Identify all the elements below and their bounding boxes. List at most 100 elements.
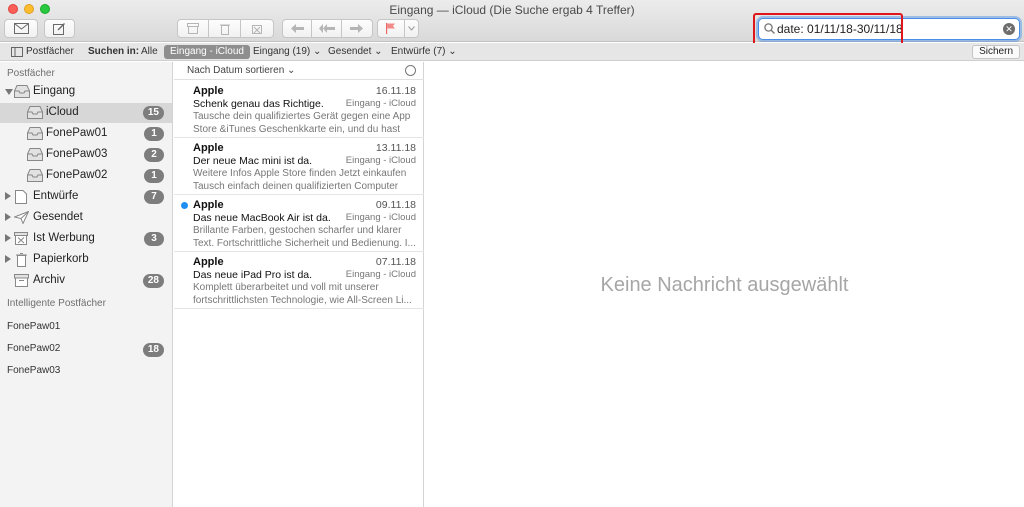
message-sender: Apple — [193, 85, 224, 97]
sort-bar: Nach Datum sortieren ⌄ — [174, 62, 424, 80]
message-preview: Weitere Infos Apple Store finden Jetzt e… — [193, 168, 407, 192]
inbox-icon — [27, 169, 43, 182]
junk-icon — [251, 25, 262, 34]
message-row[interactable]: Apple 07.11.18 Das neue iPad Pro ist da.… — [174, 252, 424, 309]
reply-all-button[interactable] — [312, 20, 342, 37]
sidebar-item-papierkorb[interactable]: Papierkorb — [0, 250, 172, 270]
sidebar-item-label: FonePaw02 — [46, 169, 108, 181]
sidebar-item-label: FonePaw02 — [7, 343, 61, 354]
sidebar: Postfächer Eingang iCloud 15 FonePaw01 1… — [0, 62, 173, 507]
flag-icon — [386, 23, 396, 34]
sidebar-item-ist-werbung[interactable]: Ist Werbung 3 — [0, 229, 172, 249]
disclosure-closed-icon[interactable] — [5, 213, 11, 221]
disclosure-closed-icon[interactable] — [5, 234, 11, 242]
sidebar-item-fonepaw01[interactable]: FonePaw01 1 — [0, 124, 172, 144]
message-date: 16.11.18 — [375, 85, 416, 97]
sidebar-item-icloud[interactable]: iCloud 15 — [0, 103, 172, 123]
sidebar-item-label: Archiv — [33, 274, 65, 286]
sidebar-item-label: FonePaw01 — [46, 127, 108, 139]
clear-search-icon[interactable]: ✕ — [1003, 23, 1015, 35]
forward-button[interactable] — [342, 20, 372, 37]
filter-icon[interactable] — [405, 65, 416, 76]
message-date: 13.11.18 — [375, 142, 416, 154]
unread-dot-icon — [181, 202, 188, 209]
sidebar-item-label: FonePaw03 — [46, 148, 108, 160]
junk-icon — [14, 232, 28, 245]
scope-entwuerfe[interactable]: Entwürfe (7) ⌄ — [391, 46, 457, 57]
message-mailbox: Eingang - iCloud — [345, 155, 416, 166]
delete-button[interactable] — [209, 20, 241, 37]
sidebar-item-fonepaw03[interactable]: FonePaw03 2 — [0, 145, 172, 165]
disclosure-closed-icon[interactable] — [5, 255, 11, 263]
message-preview: Komplett überarbeitet und voll mit unser… — [193, 282, 412, 306]
flag-button[interactable] — [378, 20, 405, 37]
sidebar-item-label: Ist Werbung — [33, 232, 95, 244]
flag-menu-button[interactable] — [405, 20, 418, 37]
sidebar-item-eingang[interactable]: Eingang — [0, 82, 172, 102]
sidebar-item-smart-fonepaw03[interactable]: FonePaw03 — [0, 362, 172, 382]
sidebar-item-label: Eingang — [33, 85, 76, 97]
message-preview: Tausche dein qualifiziertes Gerät gegen … — [193, 111, 411, 135]
get-mail-button[interactable] — [4, 19, 38, 38]
toolbar: Eingang — iCloud (Die Suche ergab 4 Tref… — [0, 0, 1024, 50]
sidebar-item-entwuerfe[interactable]: Entwürfe 7 — [0, 187, 172, 207]
reply-button[interactable] — [283, 20, 313, 37]
paper-plane-icon — [14, 211, 29, 224]
sidebar-item-smart-fonepaw02[interactable]: FonePaw02 18 — [0, 340, 172, 360]
message-row[interactable]: Apple 13.11.18 Der neue Mac mini ist da.… — [174, 138, 424, 195]
message-subject: Schenk genau das Richtige. — [193, 98, 324, 110]
message-subject: Das neue MacBook Air ist da. — [193, 212, 331, 224]
sidebar-item-label: Entwürfe — [33, 190, 79, 202]
unread-count-badge: 1 — [144, 169, 164, 183]
save-search-button[interactable]: Sichern — [972, 45, 1020, 59]
sidebar-section-mailboxes: Postfächer — [7, 68, 55, 79]
scope-gesendet-label: Gesendet — [328, 46, 372, 57]
scope-eingang[interactable]: Eingang (19) ⌄ — [253, 46, 321, 57]
message-row[interactable]: Apple 16.11.18 Schenk genau das Richtige… — [174, 81, 424, 138]
message-viewer: Keine Nachricht ausgewählt — [425, 62, 1024, 507]
mailboxes-toggle[interactable]: Postfächer — [26, 46, 74, 57]
search-in-label: Suchen in: — [88, 46, 140, 57]
compose-icon — [53, 22, 65, 35]
archive-icon — [187, 23, 200, 34]
forward-icon — [350, 24, 364, 33]
message-list: Nach Datum sortieren ⌄ Apple 16.11.18 Sc… — [174, 62, 424, 507]
compose-button[interactable] — [44, 19, 75, 38]
flag-group — [377, 19, 419, 38]
message-mailbox: Eingang - iCloud — [345, 98, 416, 109]
disclosure-open-icon[interactable] — [5, 89, 13, 95]
sidebar-item-archiv[interactable]: Archiv 28 — [0, 271, 172, 291]
inbox-icon — [27, 106, 43, 119]
reply-all-icon — [318, 24, 335, 33]
sidebar-toggle-icon[interactable] — [11, 47, 23, 57]
junk-button[interactable] — [241, 20, 273, 37]
scope-eingang-icloud[interactable]: Eingang - iCloud — [164, 45, 250, 59]
count-badge: 3 — [144, 232, 164, 246]
message-date: 09.11.18 — [375, 199, 416, 211]
document-icon — [15, 190, 27, 204]
sidebar-item-fonepaw02[interactable]: FonePaw02 1 — [0, 166, 172, 186]
scope-all[interactable]: Alle — [141, 46, 158, 57]
unread-count-badge: 15 — [142, 106, 164, 120]
archive-button[interactable] — [178, 20, 210, 37]
chevron-down-icon — [407, 26, 415, 31]
sort-menu[interactable]: Nach Datum sortieren ⌄ — [187, 65, 295, 76]
sidebar-item-gesendet[interactable]: Gesendet — [0, 208, 172, 228]
count-badge: 28 — [142, 274, 164, 288]
sidebar-item-label: Papierkorb — [33, 253, 89, 265]
no-message-selected-text: Keine Nachricht ausgewählt — [600, 274, 849, 296]
sidebar-item-label: Gesendet — [33, 211, 83, 223]
message-sender: Apple — [193, 142, 224, 154]
disclosure-closed-icon[interactable] — [5, 192, 11, 200]
search-scope-bar: Postfächer Suchen in: Alle Eingang - iCl… — [0, 43, 1024, 61]
message-row[interactable]: Apple 09.11.18 Das neue MacBook Air ist … — [174, 195, 424, 252]
sidebar-item-label: FonePaw03 — [7, 365, 61, 376]
reply-icon — [290, 24, 304, 33]
reply-group — [282, 19, 373, 38]
message-mailbox: Eingang - iCloud — [345, 212, 416, 223]
message-preview: Brillante Farben, gestochen scharfer und… — [193, 225, 416, 249]
sidebar-item-smart-fonepaw01[interactable]: FonePaw01 — [0, 318, 172, 338]
inbox-icon — [14, 85, 30, 98]
scope-gesendet[interactable]: Gesendet ⌄ — [328, 46, 383, 57]
sidebar-item-label: FonePaw01 — [7, 321, 61, 332]
